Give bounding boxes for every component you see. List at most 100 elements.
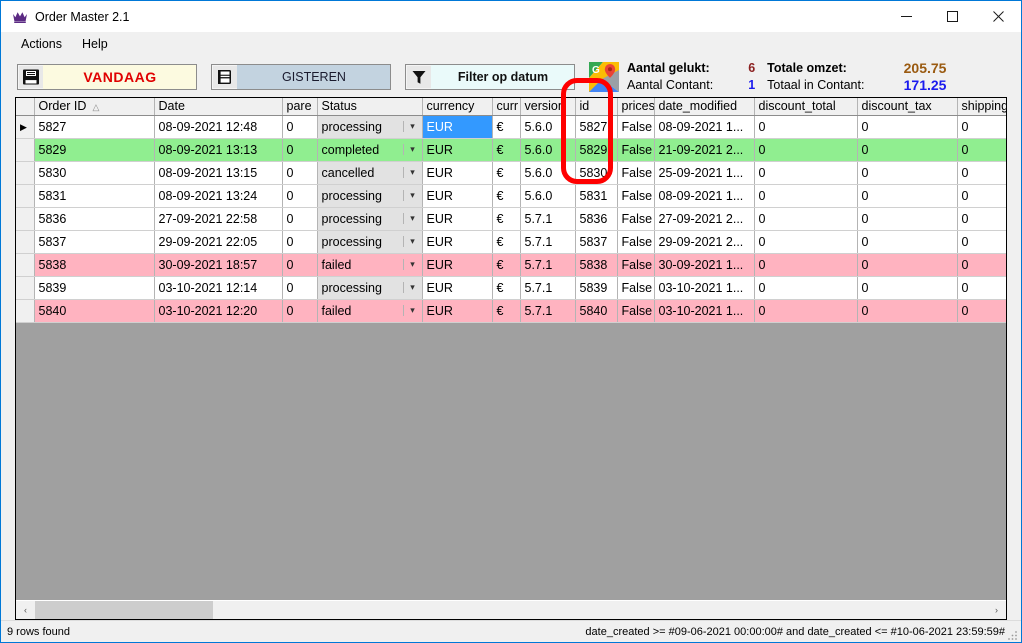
- status-dropdown[interactable]: processing▾: [318, 185, 422, 207]
- cell-order-id[interactable]: 5838: [34, 253, 154, 276]
- table-row[interactable]: 583729-09-2021 22:050processing▾EUR€5.7.…: [16, 230, 1006, 253]
- cell-status[interactable]: completed▾: [317, 138, 422, 161]
- cell-date-modified[interactable]: 30-09-2021 1...: [654, 253, 754, 276]
- header-version[interactable]: version: [520, 98, 575, 115]
- cell-version[interactable]: 5.7.1: [520, 230, 575, 253]
- cell-date[interactable]: 08-09-2021 12:48: [154, 115, 282, 138]
- cell-prices[interactable]: False: [617, 253, 654, 276]
- gisteren-button[interactable]: GISTEREN: [211, 64, 391, 90]
- cell-date[interactable]: 08-09-2021 13:24: [154, 184, 282, 207]
- menu-help[interactable]: Help: [72, 35, 118, 53]
- table-row[interactable]: 583108-09-2021 13:240processing▾EUR€5.6.…: [16, 184, 1006, 207]
- cell-order-id[interactable]: 5831: [34, 184, 154, 207]
- chevron-down-icon[interactable]: ▾: [403, 259, 422, 270]
- header-status[interactable]: Status: [317, 98, 422, 115]
- row-selector-cell[interactable]: [16, 230, 34, 253]
- scrollbar-thumb[interactable]: [35, 601, 213, 619]
- chevron-down-icon[interactable]: ▾: [403, 236, 422, 247]
- cell-date-modified[interactable]: 08-09-2021 1...: [654, 115, 754, 138]
- cell-status[interactable]: failed▾: [317, 299, 422, 322]
- cell-prices[interactable]: False: [617, 299, 654, 322]
- grid-scroll-area[interactable]: Order ID△ Date pare Status currency curr…: [16, 98, 1006, 600]
- cell-parent[interactable]: 0: [282, 207, 317, 230]
- cell-date-modified[interactable]: 27-09-2021 2...: [654, 207, 754, 230]
- status-dropdown[interactable]: processing▾: [318, 116, 422, 138]
- table-row[interactable]: 583903-10-2021 12:140processing▾EUR€5.7.…: [16, 276, 1006, 299]
- cell-currency[interactable]: EUR: [422, 115, 492, 138]
- cell-prices[interactable]: False: [617, 230, 654, 253]
- header-order-id[interactable]: Order ID△: [34, 98, 154, 115]
- cell-version[interactable]: 5.7.1: [520, 207, 575, 230]
- cell-prices[interactable]: False: [617, 138, 654, 161]
- header-parent[interactable]: pare: [282, 98, 317, 115]
- cell-date[interactable]: 29-09-2021 22:05: [154, 230, 282, 253]
- cell-date-modified[interactable]: 21-09-2021 2...: [654, 138, 754, 161]
- cell-cursym[interactable]: €: [492, 276, 520, 299]
- cell-date[interactable]: 08-09-2021 13:13: [154, 138, 282, 161]
- cell-cursym[interactable]: €: [492, 230, 520, 253]
- cell-date[interactable]: 08-09-2021 13:15: [154, 161, 282, 184]
- chevron-down-icon[interactable]: ▾: [403, 282, 422, 293]
- cell-currency[interactable]: EUR: [422, 207, 492, 230]
- cell-id[interactable]: 5829: [575, 138, 617, 161]
- status-dropdown[interactable]: processing▾: [318, 231, 422, 253]
- cell-prices[interactable]: False: [617, 161, 654, 184]
- cell-date-modified[interactable]: 25-09-2021 1...: [654, 161, 754, 184]
- row-selector-cell[interactable]: [16, 276, 34, 299]
- cell-status[interactable]: failed▾: [317, 253, 422, 276]
- cell-version[interactable]: 5.7.1: [520, 276, 575, 299]
- row-selector-cell[interactable]: ▶: [16, 115, 34, 138]
- cell-shipping-total[interactable]: 0: [957, 276, 1006, 299]
- cell-version[interactable]: 5.6.0: [520, 115, 575, 138]
- cell-discount-total[interactable]: 0: [754, 230, 857, 253]
- cell-cursym[interactable]: €: [492, 184, 520, 207]
- cell-prices[interactable]: False: [617, 207, 654, 230]
- row-selector-cell[interactable]: [16, 207, 34, 230]
- cell-id[interactable]: 5838: [575, 253, 617, 276]
- cell-order-id[interactable]: 5827: [34, 115, 154, 138]
- cell-status[interactable]: processing▾: [317, 230, 422, 253]
- status-dropdown[interactable]: failed▾: [318, 300, 422, 322]
- cell-prices[interactable]: False: [617, 276, 654, 299]
- cell-order-id[interactable]: 5839: [34, 276, 154, 299]
- cell-currency[interactable]: EUR: [422, 253, 492, 276]
- cell-discount-tax[interactable]: 0: [857, 161, 957, 184]
- cell-currency[interactable]: EUR: [422, 184, 492, 207]
- header-currency-symbol[interactable]: curr: [492, 98, 520, 115]
- cell-status[interactable]: processing▾: [317, 115, 422, 138]
- table-row[interactable]: ▶582708-09-2021 12:480processing▾EUR€5.6…: [16, 115, 1006, 138]
- cell-status[interactable]: processing▾: [317, 276, 422, 299]
- row-selector-cell[interactable]: [16, 299, 34, 322]
- cell-parent[interactable]: 0: [282, 115, 317, 138]
- cell-status[interactable]: cancelled▾: [317, 161, 422, 184]
- cell-discount-tax[interactable]: 0: [857, 138, 957, 161]
- cell-discount-tax[interactable]: 0: [857, 276, 957, 299]
- cell-discount-total[interactable]: 0: [754, 138, 857, 161]
- cell-status[interactable]: processing▾: [317, 184, 422, 207]
- cell-shipping-total[interactable]: 0: [957, 184, 1006, 207]
- cell-order-id[interactable]: 5836: [34, 207, 154, 230]
- cell-order-id[interactable]: 5837: [34, 230, 154, 253]
- horizontal-scrollbar[interactable]: ‹ ›: [16, 600, 1006, 619]
- status-dropdown[interactable]: failed▾: [318, 254, 422, 276]
- table-row[interactable]: 582908-09-2021 13:130completed▾EUR€5.6.0…: [16, 138, 1006, 161]
- row-selector-cell[interactable]: [16, 138, 34, 161]
- cell-status[interactable]: processing▾: [317, 207, 422, 230]
- header-discount-total[interactable]: discount_total: [754, 98, 857, 115]
- cell-version[interactable]: 5.7.1: [520, 299, 575, 322]
- cell-discount-total[interactable]: 0: [754, 161, 857, 184]
- status-dropdown[interactable]: processing▾: [318, 277, 422, 299]
- cell-parent[interactable]: 0: [282, 230, 317, 253]
- scroll-right-arrow-icon[interactable]: ›: [987, 601, 1006, 619]
- cell-id[interactable]: 5839: [575, 276, 617, 299]
- cell-version[interactable]: 5.6.0: [520, 138, 575, 161]
- cell-shipping-total[interactable]: 0: [957, 299, 1006, 322]
- cell-id[interactable]: 5830: [575, 161, 617, 184]
- cell-order-id[interactable]: 5840: [34, 299, 154, 322]
- cell-id[interactable]: 5831: [575, 184, 617, 207]
- cell-currency[interactable]: EUR: [422, 138, 492, 161]
- cell-shipping-total[interactable]: 0: [957, 207, 1006, 230]
- cell-discount-tax[interactable]: 0: [857, 115, 957, 138]
- row-selector-cell[interactable]: [16, 161, 34, 184]
- header-prices[interactable]: prices: [617, 98, 654, 115]
